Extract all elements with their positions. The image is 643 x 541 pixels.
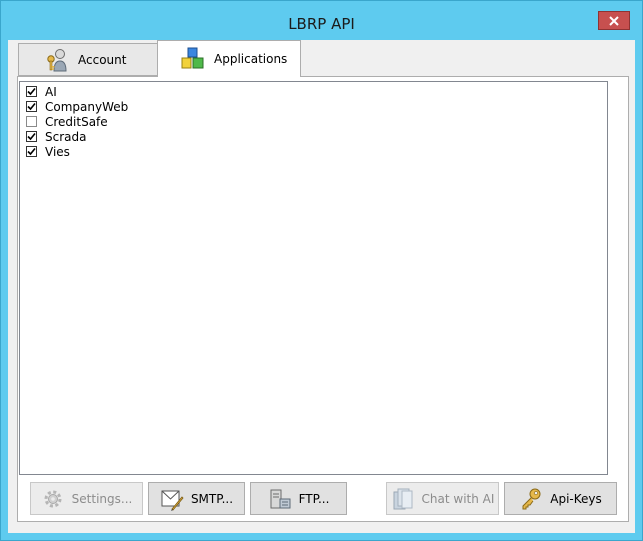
list-item-ai[interactable]: AI [20, 84, 607, 99]
tab-account-label: Account [78, 52, 127, 67]
close-button[interactable] [598, 11, 630, 30]
gear-icon [41, 487, 65, 511]
tab-applications[interactable]: Applications [157, 40, 301, 77]
list-item-creditsafe[interactable]: CreditSafe [20, 114, 607, 129]
chat-with-ai-button-label: Chat with AI [421, 491, 495, 506]
list-item-scrada[interactable]: Scrada [20, 129, 607, 144]
chat-with-ai-button[interactable]: Chat with AI [386, 482, 499, 515]
mail-icon [160, 487, 184, 511]
checkbox-scrada[interactable] [26, 131, 37, 142]
app-label: Scrada [45, 129, 87, 144]
app-label: CompanyWeb [45, 99, 129, 114]
ftp-button[interactable]: FTP... [250, 482, 347, 515]
tab-account[interactable]: Account [18, 43, 158, 76]
key-person-icon [44, 47, 70, 73]
app-window: LBRP API Account Applications AI Company… [0, 0, 643, 541]
ftp-button-label: FTP... [298, 491, 330, 506]
key-icon [519, 487, 543, 511]
client-area: Account Applications AI CompanyWeb Credi… [8, 40, 635, 533]
blocks-icon [180, 46, 206, 72]
list-item-companyweb[interactable]: CompanyWeb [20, 99, 607, 114]
api-keys-button-label: Api-Keys [550, 491, 602, 506]
settings-button-label: Settings... [71, 491, 133, 506]
checkbox-companyweb[interactable] [26, 101, 37, 112]
checkbox-ai[interactable] [26, 86, 37, 97]
tab-applications-label: Applications [214, 52, 288, 66]
checkbox-creditsafe[interactable] [26, 116, 37, 127]
list-item-vies[interactable]: Vies [20, 144, 607, 159]
document-stack-icon [391, 487, 415, 511]
smtp-button[interactable]: SMTP... [148, 482, 245, 515]
api-keys-button[interactable]: Api-Keys [504, 482, 617, 515]
window-title: LBRP API [288, 15, 355, 33]
app-label: Vies [45, 144, 70, 159]
smtp-button-label: SMTP... [190, 491, 234, 506]
app-label: AI [45, 84, 57, 99]
close-icon [609, 15, 619, 26]
applications-checklist[interactable]: AI CompanyWeb CreditSafe Scrada Vies [19, 81, 608, 475]
settings-button[interactable]: Settings... [30, 482, 143, 515]
app-label: CreditSafe [45, 114, 108, 129]
checkbox-vies[interactable] [26, 146, 37, 157]
server-icon [268, 487, 292, 511]
title-bar[interactable]: LBRP API [1, 1, 642, 41]
